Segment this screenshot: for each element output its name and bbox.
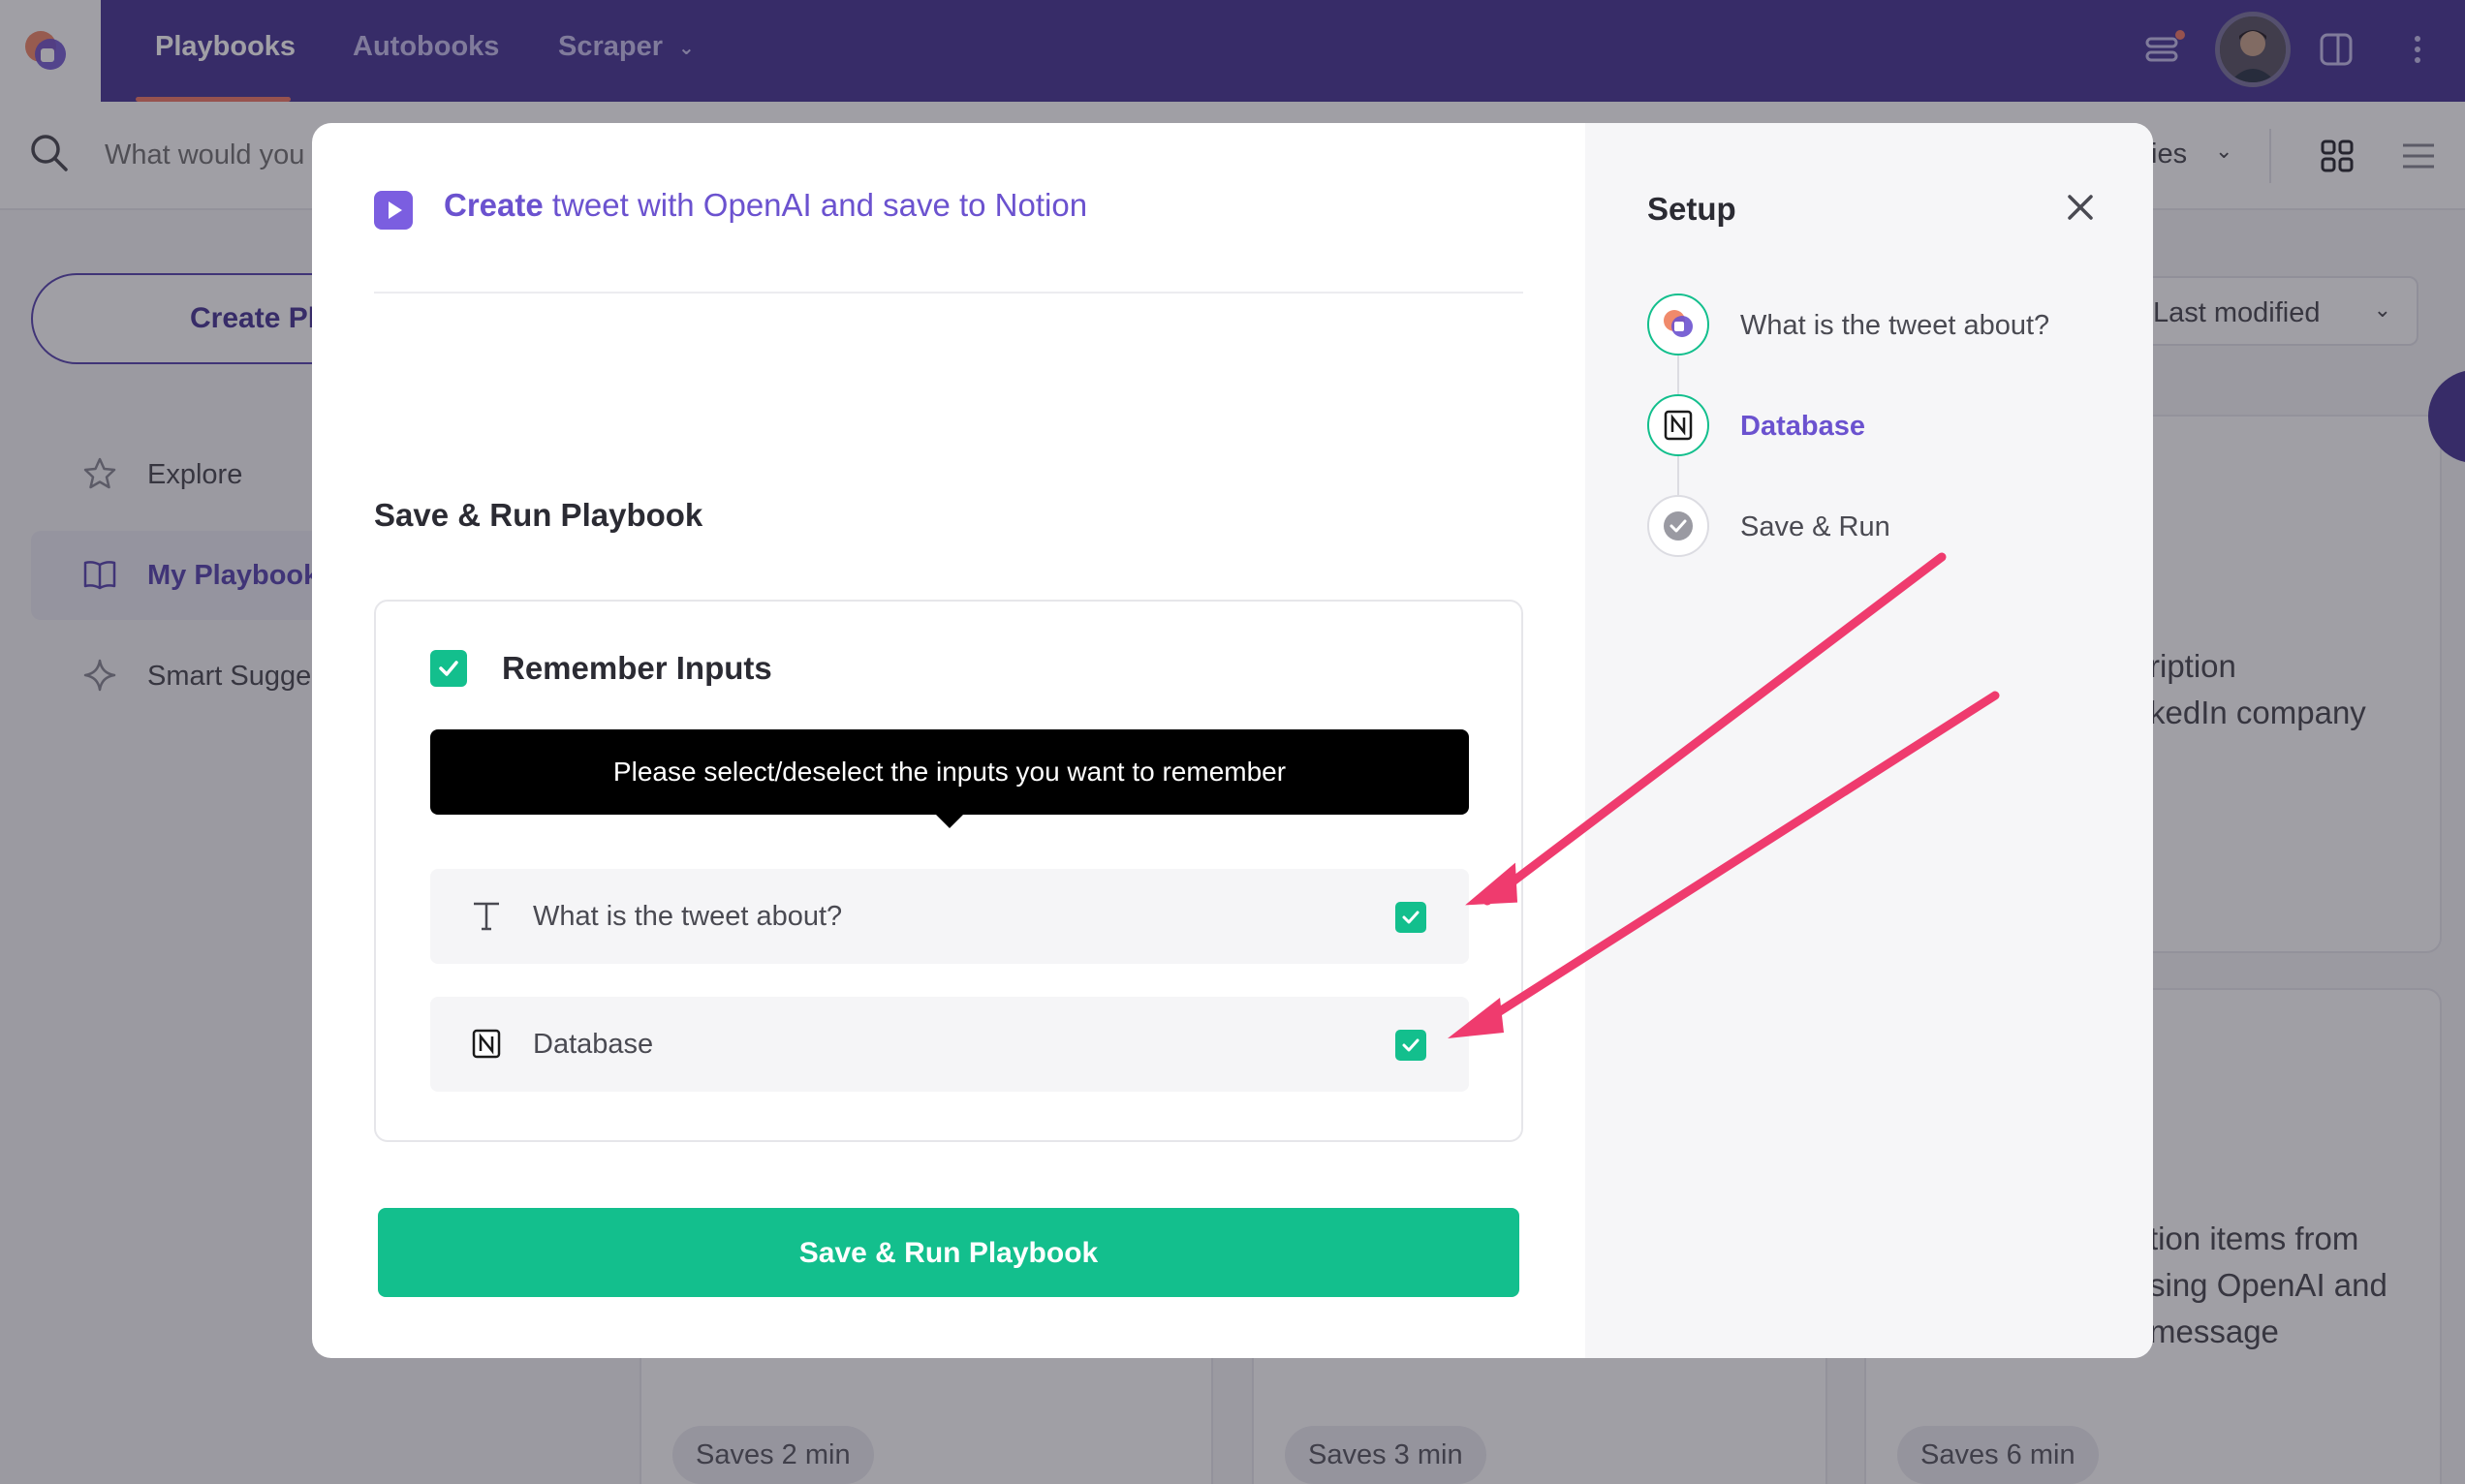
remember-input-label: What is the tweet about? bbox=[533, 901, 843, 932]
tooltip-text: Please select/deselect the inputs you wa… bbox=[612, 757, 1287, 787]
close-icon[interactable] bbox=[2060, 187, 2101, 228]
remember-inputs-card: Remember Inputs Please select/deselect t… bbox=[374, 600, 1523, 1142]
save-and-run-button[interactable]: Save & Run Playbook bbox=[378, 1208, 1519, 1297]
divider bbox=[374, 292, 1523, 294]
check-circle-icon bbox=[1664, 511, 1693, 541]
remember-input-row[interactable]: Database bbox=[430, 997, 1469, 1092]
remember-input-checkbox[interactable] bbox=[1395, 1030, 1426, 1061]
tooltip: Please select/deselect the inputs you wa… bbox=[430, 729, 1469, 828]
remember-input-checkbox[interactable] bbox=[1395, 902, 1426, 933]
setup-step[interactable]: Database bbox=[1647, 394, 2132, 462]
step-indicator bbox=[1647, 394, 1709, 456]
checkmark-icon bbox=[1402, 911, 1420, 924]
remember-inputs-checkbox[interactable] bbox=[430, 650, 467, 687]
setup-step-label: Save & Run bbox=[1740, 511, 1890, 542]
modal-title: Create tweet with OpenAI and save to Not… bbox=[444, 187, 1087, 224]
text-icon bbox=[474, 902, 499, 931]
setup-step[interactable]: Save & Run bbox=[1647, 495, 2132, 563]
bardeen-logo-icon bbox=[1664, 310, 1693, 337]
setup-panel: Setup What is the tweet about? Database … bbox=[1585, 123, 2153, 1358]
notion-icon bbox=[472, 1029, 501, 1059]
step-indicator bbox=[1647, 294, 1709, 356]
remember-input-row[interactable]: What is the tweet about? bbox=[430, 869, 1469, 964]
modal-main-panel: Create tweet with OpenAI and save to Not… bbox=[312, 123, 1585, 1358]
setup-title: Setup bbox=[1647, 191, 1736, 227]
setup-step-label: Database bbox=[1740, 411, 1865, 442]
section-title: Save & Run Playbook bbox=[374, 497, 703, 533]
modal-title-rest: tweet with OpenAI and save to Notion bbox=[543, 187, 1088, 223]
remember-input-label: Database bbox=[533, 1029, 654, 1060]
modal-title-verb: Create bbox=[444, 187, 544, 223]
checkmark-icon bbox=[1402, 1038, 1420, 1052]
checkmark-icon bbox=[439, 661, 458, 676]
setup-step-label: What is the tweet about? bbox=[1740, 310, 2050, 341]
playbook-setup-modal: Create tweet with OpenAI and save to Not… bbox=[312, 123, 2153, 1358]
tooltip-pointer bbox=[934, 813, 965, 828]
notion-icon bbox=[1664, 410, 1693, 441]
step-indicator bbox=[1647, 495, 1709, 557]
setup-step[interactable]: What is the tweet about? bbox=[1647, 294, 2132, 361]
remember-inputs-label: Remember Inputs bbox=[502, 650, 772, 686]
play-icon bbox=[374, 191, 413, 230]
save-and-run-label: Save & Run Playbook bbox=[798, 1237, 1099, 1269]
